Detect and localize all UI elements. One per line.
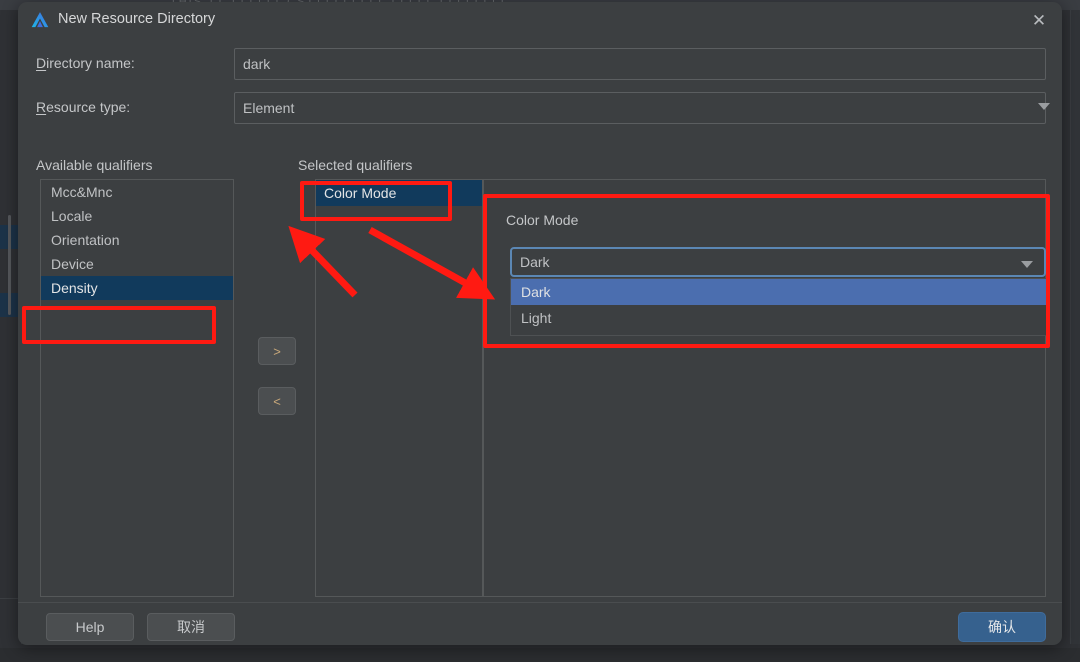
- color-mode-dropdown-list[interactable]: Dark Light: [510, 278, 1048, 336]
- ide-status-bar: [0, 648, 1080, 662]
- available-qualifier-item[interactable]: Device: [41, 252, 233, 276]
- footer-divider: [18, 602, 1062, 603]
- dialog-titlebar: New Resource Directory ✕: [18, 2, 1062, 38]
- resource-type-value: Element: [243, 100, 295, 116]
- selected-qualifiers-caption: Selected qualifiers: [298, 157, 413, 173]
- color-mode-option[interactable]: Dark: [511, 279, 1047, 305]
- directory-name-mnemonic: D: [36, 55, 47, 71]
- qualifier-detail-panel: Color Mode Dark Dark Light: [483, 179, 1048, 597]
- available-qualifiers-list[interactable]: Mcc&Mnc Locale Orientation Device Density: [40, 179, 234, 597]
- ide-left-rail-scrollbar[interactable]: [8, 215, 11, 315]
- chevron-down-icon: [1021, 261, 1033, 268]
- confirm-button[interactable]: 确认: [958, 612, 1046, 642]
- directory-name-label: Directory name:: [36, 55, 135, 71]
- move-left-button[interactable]: <: [258, 387, 296, 415]
- selected-qualifiers-list[interactable]: Color Mode: [315, 179, 483, 597]
- resource-type-select[interactable]: Element: [234, 92, 1046, 124]
- available-qualifier-item[interactable]: Locale: [41, 204, 233, 228]
- deveco-logo-icon: [31, 12, 49, 28]
- chevron-down-icon: [1038, 103, 1050, 110]
- color-mode-option[interactable]: Light: [511, 305, 1047, 331]
- new-resource-directory-dialog: New Resource Directory ✕ Directory name:…: [18, 2, 1062, 645]
- available-qualifier-item[interactable]: Orientation: [41, 228, 233, 252]
- selected-qualifier-item[interactable]: Color Mode: [316, 180, 482, 206]
- resource-type-mnemonic: R: [36, 99, 47, 115]
- dialog-title: New Resource Directory: [58, 11, 216, 27]
- color-mode-value: Dark: [520, 254, 550, 270]
- resource-type-label: Resource type:: [36, 99, 130, 115]
- available-qualifiers-caption: Available qualifiers: [36, 157, 153, 173]
- qualifier-detail-title: Color Mode: [506, 212, 579, 228]
- move-right-button[interactable]: >: [258, 337, 296, 365]
- close-icon[interactable]: ✕: [1024, 6, 1054, 34]
- directory-name-label-rest: irectory name:: [46, 55, 135, 71]
- help-button[interactable]: Help: [46, 613, 134, 641]
- cancel-button[interactable]: 取消: [147, 613, 235, 641]
- ide-right-edge: [1070, 10, 1080, 644]
- directory-name-input[interactable]: [234, 48, 1046, 80]
- resource-type-label-rest: esource type:: [46, 99, 131, 115]
- available-qualifier-item[interactable]: Mcc&Mnc: [41, 180, 233, 204]
- available-qualifier-item[interactable]: Density: [41, 276, 233, 300]
- color-mode-combobox[interactable]: Dark: [510, 247, 1046, 277]
